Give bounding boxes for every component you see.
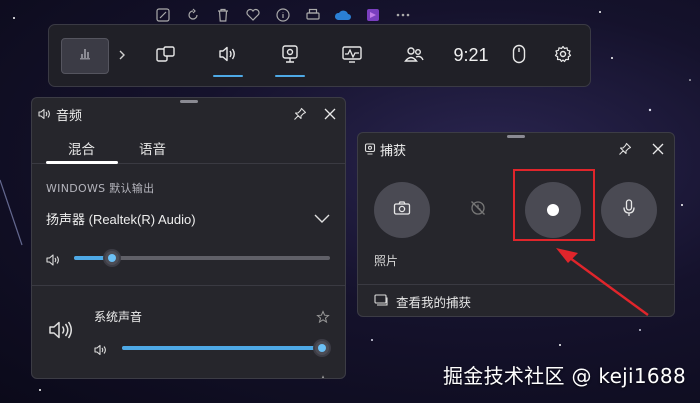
webcam-icon bbox=[364, 140, 376, 159]
delete-icon[interactable] bbox=[214, 6, 232, 24]
home-widget-icon bbox=[77, 46, 93, 66]
output-caption: WINDOWS 默认输出 bbox=[46, 182, 155, 195]
clock-time: 9:21 bbox=[453, 45, 489, 65]
chevron-down-icon[interactable] bbox=[313, 209, 331, 223]
master-volume-thumb[interactable] bbox=[103, 249, 121, 267]
social-widget-button[interactable] bbox=[383, 24, 445, 87]
webcam-icon bbox=[280, 44, 300, 68]
game-bar-home-button[interactable] bbox=[61, 37, 109, 74]
tab-voice[interactable]: 语音 bbox=[139, 138, 166, 158]
annotation-arrow bbox=[556, 248, 649, 316]
expand-button[interactable] bbox=[109, 38, 135, 74]
video-editor-icon[interactable] bbox=[364, 6, 382, 24]
mouse-settings-button[interactable] bbox=[497, 24, 541, 87]
pin-icon[interactable] bbox=[615, 139, 635, 159]
gear-icon bbox=[554, 45, 572, 67]
tab-mix[interactable]: 混合 bbox=[68, 138, 95, 158]
history-record-icon bbox=[469, 199, 487, 221]
volume-icon[interactable] bbox=[46, 252, 62, 266]
master-volume-slider[interactable] bbox=[74, 249, 330, 267]
capture-widget-button[interactable] bbox=[259, 24, 321, 87]
app-label-system-sounds: 系统声音 bbox=[94, 310, 143, 324]
settings-button[interactable] bbox=[541, 24, 585, 87]
more-icon[interactable] bbox=[394, 6, 412, 24]
audio-tabs: 混合 语音 bbox=[32, 134, 345, 164]
print-icon[interactable] bbox=[304, 6, 322, 24]
widget-menu-icon bbox=[155, 45, 177, 67]
mouse-icon bbox=[512, 44, 526, 68]
audio-panel: 音频 混合 语音 WINDOWS 默认输出 扬声器 (Realtek(R) Au… bbox=[31, 97, 346, 379]
record-last-30s-button[interactable] bbox=[450, 182, 506, 238]
star-icon[interactable] bbox=[316, 309, 330, 324]
pin-icon[interactable] bbox=[290, 104, 310, 124]
camera-icon bbox=[393, 200, 411, 220]
close-icon[interactable] bbox=[647, 138, 669, 160]
audio-panel-title: 音频 bbox=[56, 108, 83, 124]
audio-panel-header: 音频 bbox=[32, 98, 345, 130]
watermark: 掘金技术社区 @ keji1688 bbox=[442, 364, 686, 388]
capture-panel-title: 捕获 bbox=[380, 143, 407, 159]
view-captures-label: 查看我的捕获 bbox=[396, 295, 472, 310]
rotate-icon[interactable] bbox=[184, 6, 202, 24]
chevron-right-icon bbox=[118, 46, 126, 65]
speaker-icon bbox=[217, 45, 239, 67]
cloud-icon[interactable] bbox=[334, 6, 352, 24]
performance-monitor-icon bbox=[341, 45, 363, 67]
performance-widget-button[interactable] bbox=[321, 24, 383, 87]
edit-image-icon[interactable] bbox=[154, 6, 172, 24]
close-icon[interactable] bbox=[319, 103, 341, 125]
capture-panel-header: 捕获 bbox=[358, 133, 674, 165]
audio-widget-button[interactable] bbox=[197, 24, 259, 87]
microphone-icon bbox=[622, 198, 636, 222]
system-sounds-icon bbox=[48, 319, 74, 345]
speaker-icon bbox=[38, 105, 52, 124]
widget-menu-button[interactable] bbox=[135, 24, 197, 87]
app-volume-icon[interactable] bbox=[94, 341, 110, 356]
app-volume-thumb[interactable] bbox=[313, 339, 331, 357]
screenshot-button[interactable] bbox=[374, 182, 430, 238]
gallery-icon bbox=[374, 293, 396, 310]
star-icon[interactable] bbox=[316, 374, 330, 378]
info-icon[interactable] bbox=[274, 6, 292, 24]
app-volume-fill bbox=[122, 346, 322, 350]
capture-caption: 照片 bbox=[374, 254, 399, 268]
output-device-select[interactable]: 扬声器 (Realtek(R) Audio) bbox=[46, 209, 196, 228]
game-bar: 9:21 bbox=[48, 24, 591, 87]
heart-icon[interactable] bbox=[244, 6, 262, 24]
section-divider bbox=[32, 285, 345, 286]
selected-tab-indicator bbox=[46, 161, 118, 164]
people-icon bbox=[403, 45, 425, 67]
app-volume-slider[interactable] bbox=[122, 339, 331, 357]
